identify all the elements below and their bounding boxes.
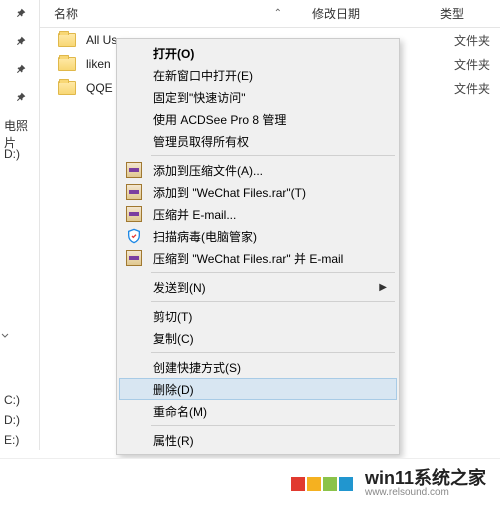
file-name: All Us [86, 33, 117, 47]
menu-separator [151, 352, 395, 353]
pinned-item[interactable] [0, 84, 39, 112]
menu-label: 添加到压缩文件(A)... [153, 162, 263, 179]
folder-icon [58, 57, 76, 71]
rar-icon [125, 183, 143, 201]
menu-copy[interactable]: 复制(C) [119, 327, 397, 349]
nav-drive[interactable]: E:) [0, 430, 39, 450]
pinned-item[interactable] [0, 28, 39, 56]
menu-compress-email[interactable]: 压缩并 E-mail... [119, 203, 397, 225]
watermark: win11系统之家 www.relsound.com [0, 458, 500, 508]
pinned-item[interactable] [0, 0, 39, 28]
menu-delete[interactable]: 删除(D) [119, 378, 397, 400]
sort-icon: ⌃ [274, 8, 282, 19]
menu-properties[interactable]: 属性(R) [119, 429, 397, 451]
watermark-logo-icon [291, 477, 355, 491]
menu-cut[interactable]: 剪切(T) [119, 305, 397, 327]
menu-separator [151, 272, 395, 273]
menu-open-new-window[interactable]: 在新窗口中打开(E) [119, 64, 397, 86]
nav-drive[interactable]: D:) [0, 410, 39, 430]
folder-icon [58, 33, 76, 47]
rar-icon [125, 205, 143, 223]
column-date[interactable]: 修改日期 [298, 0, 414, 27]
shield-icon [125, 227, 143, 245]
column-type[interactable]: 类型 [414, 0, 482, 27]
menu-add-wechat-rar[interactable]: 添加到 "WeChat Files.rar"(T) [119, 181, 397, 203]
menu-label: 压缩到 "WeChat Files.rar" 并 E-mail [153, 250, 343, 267]
rar-icon [125, 161, 143, 179]
tree-chevron-icon[interactable] [0, 330, 10, 340]
folder-icon [58, 81, 76, 95]
menu-separator [151, 425, 395, 426]
file-type: 文件夹 [454, 32, 490, 49]
menu-create-shortcut[interactable]: 创建快捷方式(S) [119, 356, 397, 378]
menu-label: 发送到(N) [153, 279, 206, 296]
file-type: 文件夹 [454, 80, 490, 97]
menu-add-archive[interactable]: 添加到压缩文件(A)... [119, 159, 397, 181]
watermark-text: win11系统之家 www.relsound.com [365, 469, 486, 498]
nav-photos[interactable]: 电照片 [0, 124, 39, 144]
menu-scan-virus[interactable]: 扫描病毒(电脑管家) [119, 225, 397, 247]
file-name: liken [86, 57, 111, 71]
pin-icon [12, 90, 29, 107]
menu-rename[interactable]: 重命名(M) [119, 400, 397, 422]
menu-send-to[interactable]: 发送到(N) ▶ [119, 276, 397, 298]
menu-separator [151, 301, 395, 302]
menu-separator [151, 155, 395, 156]
menu-label: 扫描病毒(电脑管家) [153, 228, 257, 245]
menu-label: 压缩并 E-mail... [153, 206, 236, 223]
nav-drive[interactable]: C:) [0, 390, 39, 410]
nav-drives-bottom: C:) D:) E:) [0, 390, 40, 450]
menu-label: 添加到 "WeChat Files.rar"(T) [153, 184, 306, 201]
menu-admin-ownership[interactable]: 管理员取得所有权 [119, 130, 397, 152]
menu-acdsee[interactable]: 使用 ACDSee Pro 8 管理 [119, 108, 397, 130]
menu-open[interactable]: 打开(O) [119, 42, 397, 64]
nav-pane: 电照片 D:) [0, 0, 40, 450]
column-name-label: 名称 [54, 5, 78, 22]
context-menu: 打开(O) 在新窗口中打开(E) 固定到"快速访问" 使用 ACDSee Pro… [116, 38, 400, 455]
pin-icon [12, 34, 29, 51]
column-name[interactable]: 名称 ⌃ [40, 0, 298, 27]
pin-icon [12, 6, 29, 23]
pinned-item[interactable] [0, 56, 39, 84]
submenu-arrow-icon: ▶ [379, 282, 387, 293]
menu-pin-quick-access[interactable]: 固定到"快速访问" [119, 86, 397, 108]
menu-compress-to-email[interactable]: 压缩到 "WeChat Files.rar" 并 E-mail [119, 247, 397, 269]
file-type: 文件夹 [454, 56, 490, 73]
file-name: QQE [86, 81, 113, 95]
watermark-url: www.relsound.com [365, 487, 486, 498]
rar-icon [125, 249, 143, 267]
pin-icon [12, 62, 29, 79]
column-headers: 名称 ⌃ 修改日期 类型 [40, 0, 500, 28]
